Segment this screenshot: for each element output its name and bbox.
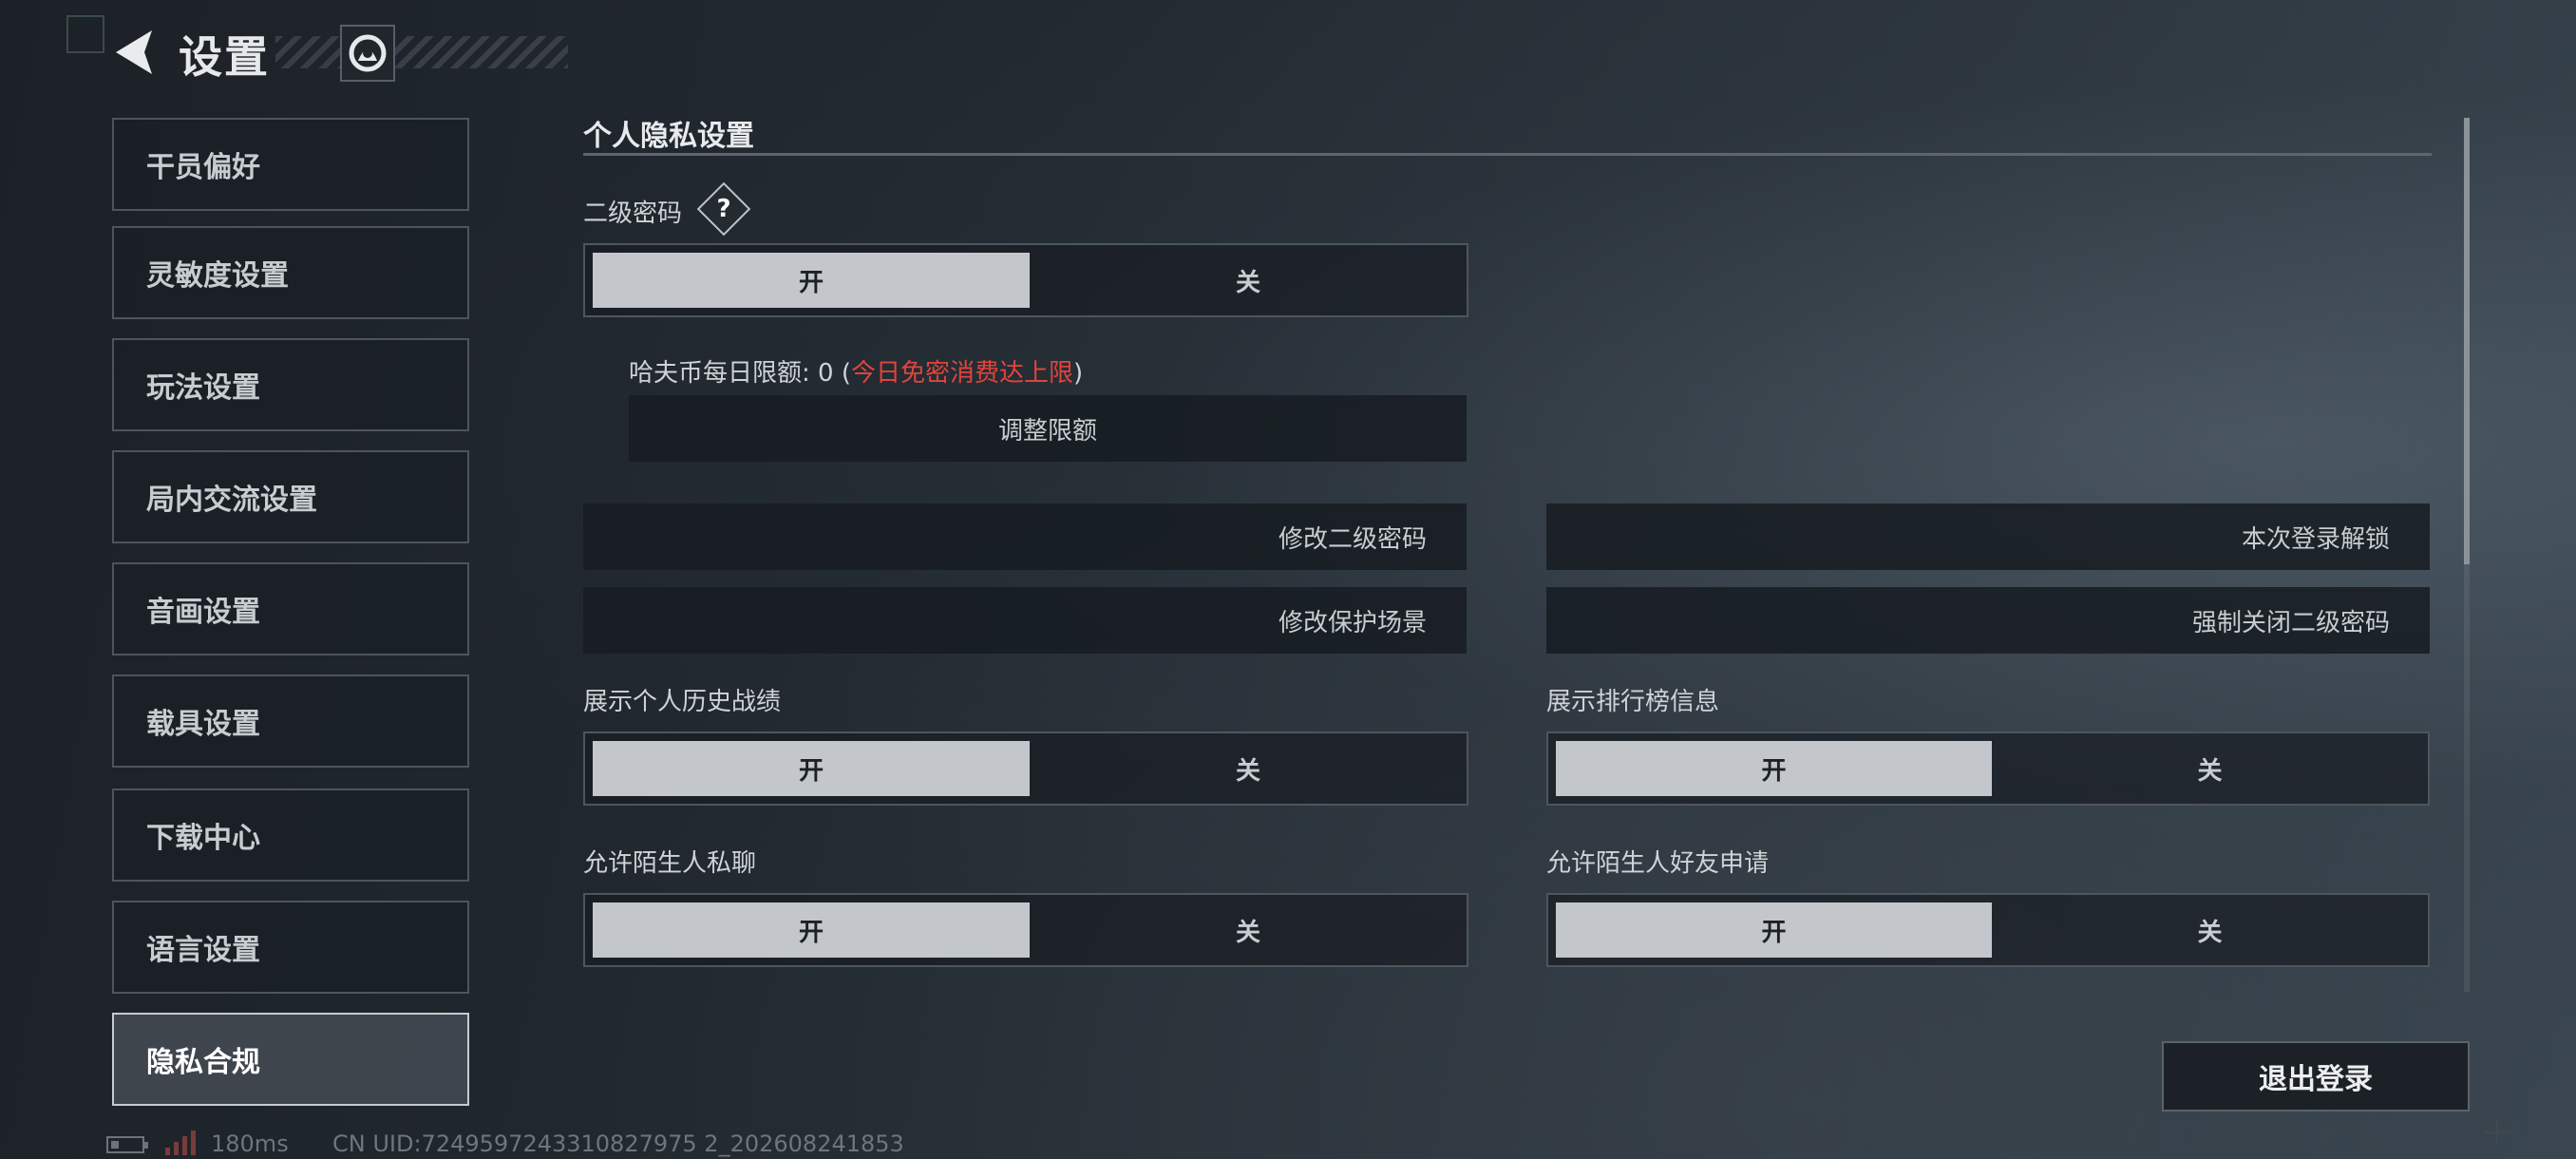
sidebar-item-language[interactable]: 语言设置 bbox=[112, 901, 469, 994]
change-scene-button[interactable]: 修改保护场景 bbox=[583, 587, 1467, 654]
sidebar-item-label: 下载中心 bbox=[146, 822, 260, 855]
sidebar-item-operator-preference[interactable]: 干员偏好 bbox=[112, 118, 469, 211]
sidebar-item-label: 隐私合规 bbox=[146, 1046, 260, 1079]
adjust-limit-button[interactable]: 调整限额 bbox=[629, 395, 1467, 462]
history-record-label: 展示个人历史战绩 bbox=[583, 688, 782, 716]
sidebar-item-privacy[interactable]: 隐私合规 bbox=[112, 1013, 469, 1106]
toggle-off-option[interactable]: 关 bbox=[1992, 733, 2428, 804]
change-password-button[interactable]: 修改二级密码 bbox=[583, 504, 1467, 570]
section-divider bbox=[583, 153, 2432, 156]
sidebar-item-gameplay[interactable]: 玩法设置 bbox=[112, 338, 469, 431]
sidebar-item-label: 音画设置 bbox=[146, 596, 260, 629]
question-icon[interactable]: ? bbox=[705, 190, 743, 228]
sidebar-item-label: 局内交流设置 bbox=[146, 484, 317, 517]
history-record-toggle[interactable]: 开 关 bbox=[583, 732, 1468, 806]
stranger-friend-request-toggle[interactable]: 开 关 bbox=[1546, 893, 2430, 967]
sidebar-item-label: 干员偏好 bbox=[146, 151, 260, 184]
toggle-on-option[interactable]: 开 bbox=[593, 253, 1030, 308]
force-close-password-button[interactable]: 强制关闭二级密码 bbox=[1546, 587, 2430, 654]
leaderboard-info-label: 展示排行榜信息 bbox=[1546, 688, 1720, 716]
unlock-login-button[interactable]: 本次登录解锁 bbox=[1546, 504, 2430, 570]
sidebar-item-label: 语言设置 bbox=[146, 934, 260, 967]
stranger-friend-request-label: 允许陌生人好友申请 bbox=[1546, 849, 1770, 878]
logout-button[interactable]: 退出登录 bbox=[2162, 1041, 2470, 1112]
toggle-off-option[interactable]: 关 bbox=[1030, 895, 1467, 965]
sidebar-item-audio-video[interactable]: 音画设置 bbox=[112, 562, 469, 656]
back-arrow-icon bbox=[116, 30, 152, 74]
battery-icon bbox=[106, 1136, 148, 1153]
sidebar-item-vehicle[interactable]: 载具设置 bbox=[112, 674, 469, 768]
sidebar-item-label: 玩法设置 bbox=[146, 371, 260, 405]
toggle-on-option[interactable]: 开 bbox=[1556, 741, 1992, 796]
toggle-on-option[interactable]: 开 bbox=[593, 741, 1030, 796]
emblem-icon bbox=[349, 34, 387, 72]
toggle-off-option[interactable]: 关 bbox=[1030, 245, 1467, 315]
toggle-on-option[interactable]: 开 bbox=[593, 902, 1030, 958]
stranger-chat-toggle[interactable]: 开 关 bbox=[583, 893, 1468, 967]
toggle-on-option[interactable]: 开 bbox=[1556, 902, 1992, 958]
daily-limit-open-paren: ( bbox=[841, 359, 851, 388]
daily-limit-text: 哈夫币每日限额: 0 (今日免密消费达上限) bbox=[629, 353, 1083, 389]
section-title: 个人隐私设置 bbox=[583, 120, 754, 153]
toggle-off-option[interactable]: 关 bbox=[1030, 733, 1467, 804]
secondary-password-toggle[interactable]: 开 关 bbox=[583, 243, 1468, 317]
ping-readout: 180ms bbox=[211, 1130, 289, 1157]
signal-icon bbox=[165, 1130, 199, 1155]
daily-limit-close-paren: ) bbox=[1073, 359, 1084, 388]
sidebar-item-label: 灵敏度设置 bbox=[146, 259, 289, 293]
leaderboard-info-toggle[interactable]: 开 关 bbox=[1546, 732, 2430, 806]
stranger-chat-label: 允许陌生人私聊 bbox=[583, 849, 757, 878]
sidebar-item-sensitivity[interactable]: 灵敏度设置 bbox=[112, 226, 469, 319]
sidebar-item-communication[interactable]: 局内交流设置 bbox=[112, 450, 469, 543]
title-decoration bbox=[275, 36, 568, 68]
uid-readout: CN UID:7249597243310827975 2_20260824185… bbox=[332, 1130, 904, 1157]
corner-marker bbox=[66, 15, 104, 53]
sidebar-item-label: 载具设置 bbox=[146, 708, 260, 741]
toggle-off-option[interactable]: 关 bbox=[1992, 895, 2428, 965]
corner-plus-icon: + bbox=[2479, 1108, 2514, 1156]
page-title: 设置 bbox=[179, 31, 270, 83]
scrollbar-thumb[interactable] bbox=[2464, 118, 2470, 564]
daily-limit-prefix: 哈夫币每日限额: bbox=[629, 359, 810, 388]
daily-limit-value: 0 bbox=[818, 359, 834, 388]
sidebar-item-download-center[interactable]: 下载中心 bbox=[112, 788, 469, 882]
emblem-button[interactable] bbox=[340, 25, 395, 82]
daily-limit-notice: 今日免密消费达上限 bbox=[851, 359, 1074, 388]
back-button[interactable] bbox=[103, 23, 160, 82]
secondary-password-label: 二级密码 bbox=[583, 200, 683, 228]
